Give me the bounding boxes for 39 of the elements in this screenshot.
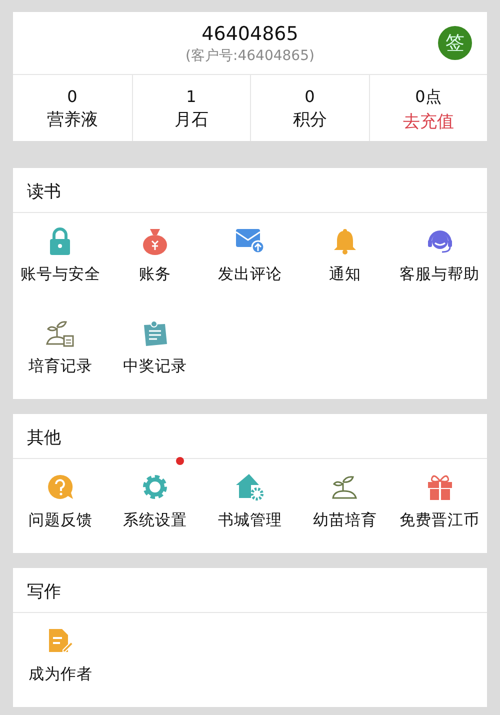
menu-item[interactable]: 通知 (328, 264, 361, 285)
customer-number: (客户号:46404865) (186, 47, 314, 65)
menu-item[interactable]: 中奖记录 (123, 356, 188, 377)
sign-in-button[interactable]: 签 (438, 26, 472, 60)
menu-item[interactable]: 幼苗培育 (312, 510, 377, 531)
section-title: 写作 (13, 568, 487, 613)
menu-item[interactable]: 培育记录 (28, 356, 92, 377)
menu-item[interactable]: 问题反馈 (28, 510, 92, 531)
question-bubble-icon (46, 473, 74, 501)
menu-item[interactable]: 成为作者 (28, 664, 92, 685)
stat-value: 1 (186, 87, 196, 106)
sprout-document-icon (45, 319, 76, 347)
document-edit-icon (46, 627, 74, 655)
section-title: 读书 (13, 168, 487, 213)
menu-item[interactable]: 客服与帮助 (400, 264, 480, 285)
stat-label: 营养液 (46, 109, 98, 131)
sprout-icon (330, 473, 360, 501)
house-gear-icon (234, 473, 265, 501)
menu-item[interactable]: 发出评论 (218, 264, 282, 285)
account-number: 46404865 (202, 23, 298, 45)
menu-item[interactable]: 账务 (139, 264, 172, 285)
stat-value: 0 (304, 87, 315, 106)
menu-item[interactable]: 账号与安全 (20, 264, 100, 285)
stat-value: 0 (67, 87, 78, 106)
envelope-icon (234, 228, 265, 254)
bell-icon (332, 227, 358, 255)
settings-icon (141, 473, 170, 501)
recharge-link[interactable]: 去充值 (402, 110, 454, 133)
section-title: 其他 (13, 414, 487, 459)
menu-item[interactable]: 系统设置 (123, 510, 188, 531)
lock-icon (49, 227, 72, 255)
gift-icon (426, 473, 454, 501)
menu-item[interactable]: 免费晋江币 (400, 510, 480, 531)
stat-label: 月石 (174, 109, 208, 131)
money-bag-icon (141, 227, 170, 255)
menu-item[interactable]: 书城管理 (218, 510, 282, 531)
stat-label: 积分 (292, 109, 327, 131)
note-icon (141, 319, 170, 347)
stat-value: 0点 (415, 87, 442, 108)
